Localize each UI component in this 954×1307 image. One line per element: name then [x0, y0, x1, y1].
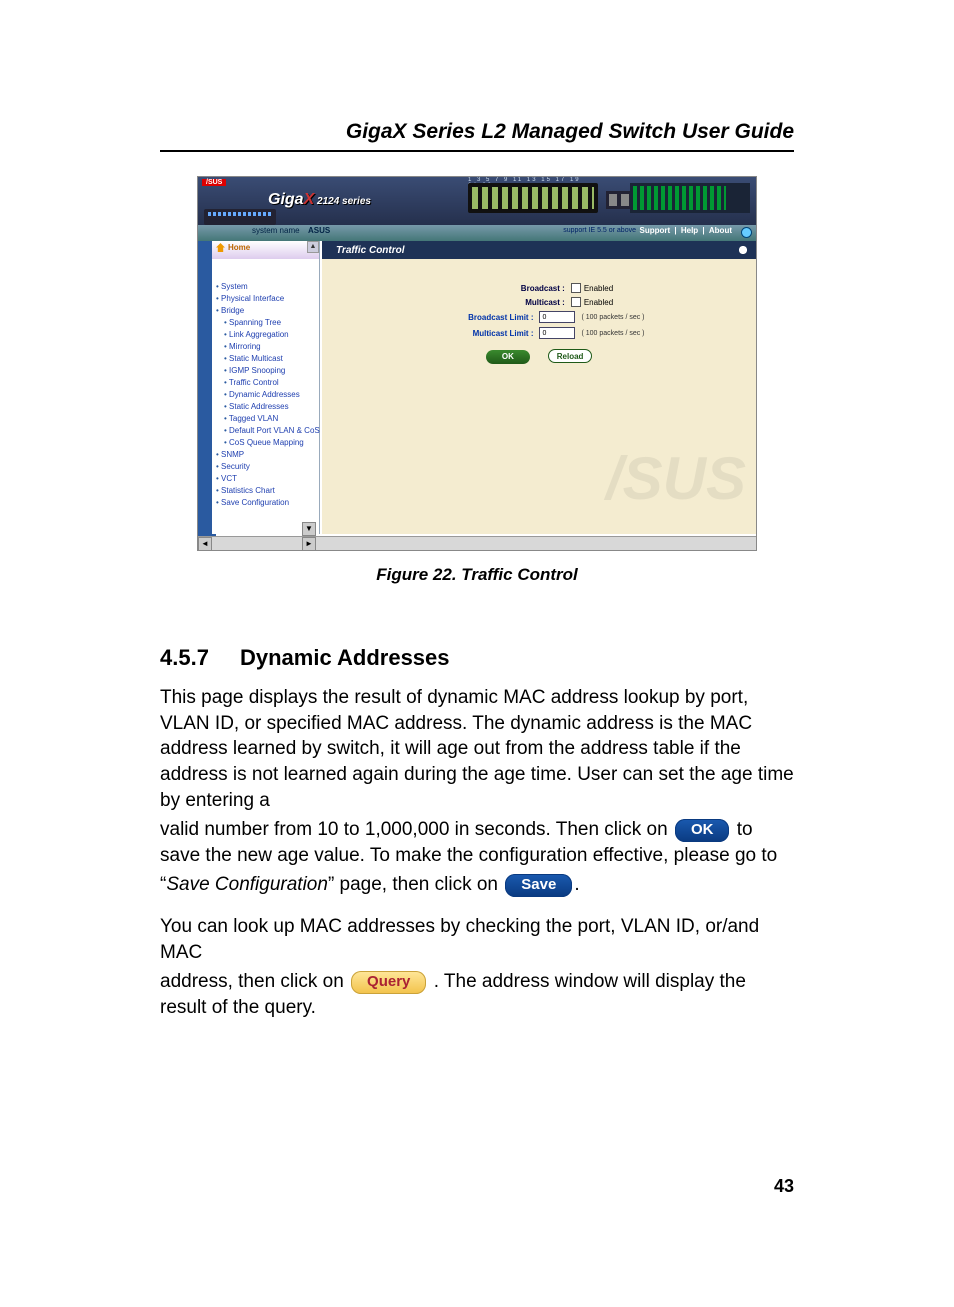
led-panel-icon [630, 183, 750, 213]
nav-item-vct[interactable]: VCT [214, 473, 317, 485]
status-bar: system name ASUS support IE 5.5 or above… [198, 225, 756, 241]
form-area: Broadcast : Enabled Multicast : Enabled … [322, 259, 756, 376]
nav-item-tagged-vlan[interactable]: Tagged VLAN [214, 413, 317, 425]
nav-item-igmp-snooping[interactable]: IGMP Snooping [214, 365, 317, 377]
page-number: 43 [774, 1176, 794, 1197]
logo-text-x: X [304, 191, 315, 208]
nav-item-system[interactable]: System [214, 281, 317, 293]
section-number: 4.5.7 [160, 645, 240, 671]
panel-title: Traffic Control [336, 245, 405, 256]
system-name-label: system name [252, 226, 300, 235]
multicast-label: Multicast : [465, 298, 565, 307]
nav-item-link-aggregation[interactable]: Link Aggregation [214, 329, 317, 341]
broadcast-limit-hint: ( 100 packets / sec ) [581, 314, 644, 321]
broadcast-checkbox[interactable] [571, 283, 581, 293]
horizontal-scrollbar[interactable]: ◄ ► [198, 536, 756, 550]
figure-caption: Figure 22. Traffic Control [197, 565, 757, 585]
brand-badge: /SUS [202, 179, 226, 186]
watermark-logo-icon: /SUS [446, 444, 746, 524]
inline-ok-button[interactable]: OK [675, 819, 730, 842]
broadcast-limit-input[interactable] [539, 311, 575, 323]
save-config-ital: Save Configuration [166, 874, 328, 895]
nav-scroll-down-icon[interactable]: ▼ [302, 522, 316, 536]
panel-title-bar: Traffic Control [322, 241, 756, 259]
nav-item-default-port-vlan-cos[interactable]: Default Port VLAN & CoS [214, 425, 317, 437]
ok-button[interactable]: OK [486, 350, 530, 364]
traffic-control-icon [736, 243, 750, 257]
multicast-enabled-text: Enabled [584, 298, 613, 307]
paragraph-2b: address, then click on Query . The addre… [160, 969, 794, 1020]
broadcast-label: Broadcast : [465, 284, 565, 293]
nav-item-static-addresses[interactable]: Static Addresses [214, 401, 317, 413]
nav-item-snmp[interactable]: SNMP [214, 449, 317, 461]
content-area: Traffic Control Broadcast : Enabled Mult… [322, 241, 756, 534]
nav-item-traffic-control[interactable]: Traffic Control [214, 377, 317, 389]
paragraph-1a: This page displays the result of dynamic… [160, 685, 794, 813]
p1b-pre: valid number from 10 to 1,000,000 in sec… [160, 819, 673, 840]
paragraph-1c: “Save Configuration” page, then click on… [160, 872, 794, 898]
paragraph-2a: You can look up MAC addresses by checkin… [160, 914, 794, 965]
nav-item-bridge[interactable]: Bridge [214, 305, 317, 317]
nav-item-dynamic-addresses[interactable]: Dynamic Addresses [214, 389, 317, 401]
nav-item-spanning-tree[interactable]: Spanning Tree [214, 317, 317, 329]
section-title: Dynamic Addresses [240, 645, 450, 670]
p1c-mid: ” page, then click on [328, 874, 503, 895]
multicast-checkbox[interactable] [571, 297, 581, 307]
nav-tree: SystemPhysical InterfaceBridgeSpanning T… [212, 259, 319, 511]
scroll-right-icon[interactable]: ► [302, 537, 316, 551]
paragraph-1b: valid number from 10 to 1,000,000 in sec… [160, 817, 794, 868]
broadcast-enabled-text: Enabled [584, 284, 613, 293]
logo-text-a: Giga [268, 191, 304, 208]
nav-panel: Home ▲ SystemPhysical InterfaceBridgeSpa… [212, 241, 320, 534]
logout-icon[interactable] [741, 227, 752, 238]
logo-series: 2124 series [314, 196, 371, 207]
about-link[interactable]: About [709, 226, 732, 235]
nav-item-security[interactable]: Security [214, 461, 317, 473]
nav-item-mirroring[interactable]: Mirroring [214, 341, 317, 353]
nav-item-cos-queue-mapping[interactable]: CoS Queue Mapping [214, 437, 317, 449]
nav-item-physical-interface[interactable]: Physical Interface [214, 293, 317, 305]
product-logo: GigaX 2124 series [268, 191, 371, 209]
p1c-post: . [574, 874, 579, 895]
system-name-value: ASUS [308, 226, 330, 235]
p2b-pre: address, then click on [160, 971, 349, 992]
port-grid-icon [468, 183, 598, 213]
app-banner: /SUS GigaX 2124 series 1 3 5 7 9 11 13 1… [198, 177, 756, 225]
nav-item-static-multicast[interactable]: Static Multicast [214, 353, 317, 365]
nav-item-statistics-chart[interactable]: Statistics Chart [214, 485, 317, 497]
doc-title: GigaX Series L2 Managed Switch User Guid… [160, 120, 794, 144]
figure-screenshot: /SUS GigaX 2124 series 1 3 5 7 9 11 13 1… [197, 176, 757, 551]
multicast-limit-label: Multicast Limit : [433, 329, 533, 338]
home-icon [216, 243, 225, 252]
inline-query-button[interactable]: Query [351, 971, 426, 994]
help-link[interactable]: Help [681, 226, 698, 235]
reload-button[interactable]: Reload [548, 349, 592, 363]
browser-support-note: support IE 5.5 or above [563, 227, 636, 234]
section-heading: 4.5.7Dynamic Addresses [160, 645, 794, 671]
top-links: Support | Help | About [638, 226, 735, 235]
broadcast-limit-label: Broadcast Limit : [433, 313, 533, 322]
home-label: Home [228, 243, 250, 252]
title-rule [160, 150, 794, 152]
nav-item-save-configuration[interactable]: Save Configuration [214, 497, 317, 509]
home-bar[interactable]: Home ▲ [212, 241, 319, 259]
support-link[interactable]: Support [640, 226, 671, 235]
multicast-limit-hint: ( 100 packets / sec ) [581, 330, 644, 337]
scroll-left-icon[interactable]: ◄ [198, 537, 212, 551]
nav-scroll-up-icon[interactable]: ▲ [307, 241, 319, 253]
inline-save-button[interactable]: Save [505, 874, 572, 897]
switch-illustration-icon [204, 209, 276, 225]
multicast-limit-input[interactable] [539, 327, 575, 339]
